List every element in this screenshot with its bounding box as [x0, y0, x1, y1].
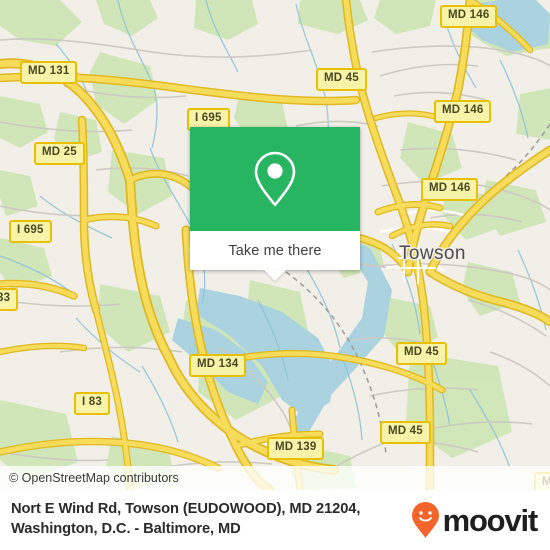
- road-shield[interactable]: MD 134: [189, 354, 247, 377]
- road-shield[interactable]: MD 45: [396, 342, 447, 365]
- moovit-logo[interactable]: moovit: [411, 501, 539, 539]
- road-shield[interactable]: MD 45: [380, 421, 431, 444]
- map-attribution-bar: © OpenStreetMap contributors: [0, 466, 550, 490]
- openstreetmap-attribution[interactable]: © OpenStreetMap contributors: [9, 471, 179, 485]
- road-shield[interactable]: I 83: [74, 392, 110, 415]
- road-shield[interactable]: MD 146: [440, 5, 498, 28]
- map-canvas[interactable]: MD 131 MD 45 MD 146 MD 146 I 695 MD 25 M…: [0, 0, 550, 490]
- moovit-smiley-pin-icon: [411, 501, 440, 539]
- take-me-there-button[interactable]: Take me there: [228, 243, 321, 259]
- road-shield[interactable]: MD 45: [316, 68, 367, 91]
- address-text: Nort E Wind Rd, Towson (EUDOWOOD), MD 21…: [11, 500, 411, 540]
- place-label-towson: Towson: [399, 243, 466, 264]
- road-shield[interactable]: I 695: [9, 220, 52, 243]
- footer-bar: Nort E Wind Rd, Towson (EUDOWOOD), MD 21…: [0, 490, 550, 550]
- popup-header: [190, 127, 360, 231]
- popup-tail-pointer: [264, 270, 286, 281]
- road-shield[interactable]: 33: [0, 288, 19, 311]
- moovit-map-screenshot: MD 131 MD 45 MD 146 MD 146 I 695 MD 25 M…: [0, 0, 550, 550]
- location-popup-card[interactable]: Take me there: [190, 127, 360, 281]
- moovit-wordmark: moovit: [442, 502, 539, 538]
- popup-action-bar[interactable]: Take me there: [190, 231, 360, 281]
- address-line-1: Nort E Wind Rd, Towson (EUDOWOOD), MD 21…: [11, 501, 361, 518]
- map-pin-icon: [252, 150, 298, 208]
- road-shield[interactable]: MD 131: [20, 61, 78, 84]
- address-line-2: Washington, D.C. - Baltimore, MD: [11, 521, 241, 537]
- road-shield[interactable]: MD 146: [434, 100, 492, 123]
- road-shield[interactable]: MD 25: [34, 142, 85, 165]
- road-shield[interactable]: MD 139: [267, 437, 325, 460]
- road-shield[interactable]: MD 146: [421, 178, 479, 201]
